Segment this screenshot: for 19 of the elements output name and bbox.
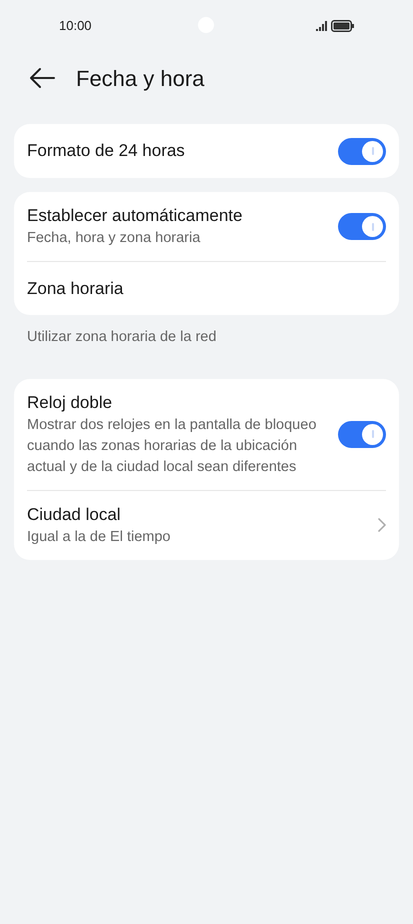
setting-title: Reloj doble bbox=[27, 392, 114, 414]
signal-icon bbox=[316, 21, 328, 31]
setting-title: Formato de 24 horas bbox=[27, 140, 186, 162]
battery-icon bbox=[331, 20, 354, 32]
toggle-switch[interactable] bbox=[338, 420, 386, 448]
setting-row[interactable]: Ciudad local Igual a la de El tiempo bbox=[27, 490, 386, 560]
setting-description: Mostrar dos relojes en la pantalla de bloqueo cuando las zonas horarias de la ubicación actual y de la ciudad local sean diferentes bbox=[27, 416, 318, 477]
setting-description: Igual a la de El tiempo bbox=[27, 528, 172, 547]
section-note: Utilizar zona horaria de la red bbox=[26, 328, 218, 347]
setting-description: Fecha, hora y zona horaria bbox=[27, 229, 202, 248]
setting-title: Zona horaria bbox=[27, 278, 124, 300]
chevron-right-icon bbox=[378, 518, 386, 532]
back-arrow-icon bbox=[29, 67, 55, 89]
status-time: 10:00 bbox=[59, 17, 92, 36]
page-title: Fecha y hora bbox=[76, 64, 204, 93]
toggle-switch[interactable] bbox=[338, 138, 386, 164]
setting-title: Establecer automáticamente bbox=[27, 205, 244, 227]
setting-title: Ciudad local bbox=[27, 504, 122, 526]
toggle-switch[interactable] bbox=[338, 213, 386, 240]
